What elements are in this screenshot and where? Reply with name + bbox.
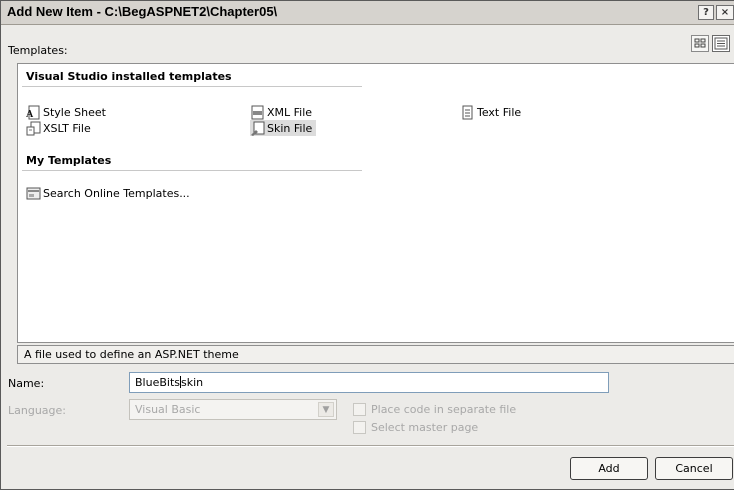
- template-skin-file[interactable]: Skin File: [250, 120, 317, 136]
- chevron-down-icon: ▼: [318, 402, 334, 417]
- text-file-icon: [460, 105, 475, 120]
- svg-text:A: A: [26, 109, 34, 120]
- xslt-file-icon: [26, 121, 41, 136]
- separate-code-label: Place code in separate file: [371, 403, 517, 416]
- small-icons-view-button[interactable]: [712, 35, 730, 52]
- template-search-online[interactable]: Search Online Templates...: [26, 185, 190, 201]
- name-label: Name:: [8, 377, 45, 390]
- template-label: Skin File: [267, 121, 313, 135]
- cancel-button[interactable]: Cancel: [655, 457, 733, 480]
- template-description: A file used to define an ASP.NET theme: [17, 345, 734, 364]
- search-online-icon: [26, 186, 41, 201]
- templates-label: Templates:: [8, 44, 68, 57]
- name-value-after-caret: skin: [181, 376, 204, 389]
- my-templates-header: My Templates: [26, 154, 112, 167]
- title-bar: Add New Item - C:\BegASPNET2\Chapter05\ …: [1, 1, 734, 25]
- close-button[interactable]: ×: [716, 5, 734, 20]
- dialog-title: Add New Item - C:\BegASPNET2\Chapter05\: [7, 4, 278, 19]
- installed-templates-header: Visual Studio installed templates: [26, 70, 232, 83]
- list-icon: [714, 37, 728, 50]
- grid-icon: [694, 38, 706, 48]
- language-value: Visual Basic: [135, 403, 201, 416]
- footer-divider: [7, 445, 734, 447]
- template-xml-file[interactable]: XML File: [250, 104, 312, 120]
- stylesheet-icon: A: [26, 105, 41, 120]
- language-label: Language:: [8, 404, 66, 417]
- templates-list[interactable]: Visual Studio installed templates A Styl…: [17, 63, 734, 343]
- master-page-checkbox: [353, 421, 366, 434]
- my-templates-divider: [22, 170, 362, 171]
- separate-code-checkbox: [353, 403, 366, 416]
- language-select: Visual Basic ▼: [129, 399, 337, 420]
- template-label: XSLT File: [43, 121, 91, 135]
- installed-templates-divider: [22, 86, 362, 87]
- template-label: Text File: [477, 105, 522, 119]
- add-new-item-dialog: Add New Item - C:\BegASPNET2\Chapter05\ …: [0, 0, 734, 490]
- template-xslt-file[interactable]: XSLT File: [26, 120, 91, 136]
- name-input[interactable]: BlueBitsskin: [129, 372, 609, 393]
- add-button[interactable]: Add: [570, 457, 648, 480]
- name-value-before-caret: BlueBits: [135, 376, 180, 389]
- help-button[interactable]: ?: [698, 5, 714, 20]
- template-label: Search Online Templates...: [43, 186, 190, 200]
- template-label: XML File: [267, 105, 313, 119]
- template-label: Style Sheet: [43, 105, 106, 119]
- skin-file-icon: [250, 121, 265, 136]
- template-style-sheet[interactable]: A Style Sheet: [26, 104, 106, 120]
- master-page-label: Select master page: [371, 421, 479, 434]
- template-text-file[interactable]: Text File: [460, 104, 521, 120]
- xml-file-icon: [250, 105, 265, 120]
- large-icons-view-button[interactable]: [691, 35, 709, 52]
